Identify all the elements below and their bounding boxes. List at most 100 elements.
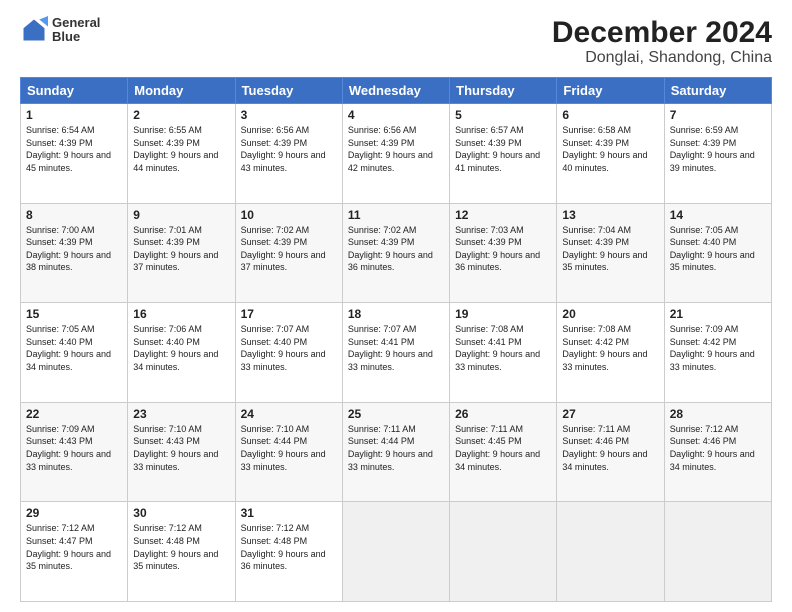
calendar-cell: 24 Sunrise: 7:10 AM Sunset: 4:44 PM Dayli… — [235, 402, 342, 502]
day-info: Sunrise: 7:09 AM Sunset: 4:42 PM Dayligh… — [670, 323, 766, 373]
week-row-4: 22Sunrise: 7:09 AM Sunset: 4:43 PM Dayli… — [21, 402, 772, 502]
day-info: Sunrise: 7:12 AM Sunset: 4:47 PM Dayligh… — [26, 522, 122, 572]
day-number: 3 — [241, 108, 337, 122]
calendar-cell: 9 Sunrise: 7:01 AM Sunset: 4:39 PM Daylig… — [128, 203, 235, 303]
day-number: 19 — [455, 307, 551, 321]
calendar-cell: 29 Sunrise: 7:12 AM Sunset: 4:47 PM Dayli… — [21, 502, 128, 602]
calendar-cell — [342, 502, 449, 602]
day-info: Sunrise: 7:12 AM Sunset: 4:48 PM Dayligh… — [133, 522, 229, 572]
calendar-cell: 15Sunrise: 7:05 AM Sunset: 4:40 PM Dayli… — [21, 303, 128, 403]
calendar-cell: 30Sunrise: 7:12 AM Sunset: 4:48 PM Dayli… — [128, 502, 235, 602]
weekday-monday: Monday — [128, 78, 235, 104]
day-number: 26 — [455, 407, 551, 421]
day-number: 27 — [562, 407, 658, 421]
day-number: 28 — [670, 407, 766, 421]
weekday-thursday: Thursday — [450, 78, 557, 104]
logo-line1: General — [52, 16, 100, 30]
calendar-cell: 4Sunrise: 6:56 AM Sunset: 4:39 PM Daylig… — [342, 104, 449, 204]
week-row-3: 15Sunrise: 7:05 AM Sunset: 4:40 PM Dayli… — [21, 303, 772, 403]
calendar-cell: 1 Sunrise: 6:54 AM Sunset: 4:39 PM Daylig… — [21, 104, 128, 204]
calendar-cell: 25Sunrise: 7:11 AM Sunset: 4:44 PM Dayli… — [342, 402, 449, 502]
weekday-header-row: SundayMondayTuesdayWednesdayThursdayFrid… — [21, 78, 772, 104]
day-number: 24 — [241, 407, 337, 421]
page-subtitle: Donglai, Shandong, China — [552, 49, 772, 67]
calendar-cell: 22Sunrise: 7:09 AM Sunset: 4:43 PM Dayli… — [21, 402, 128, 502]
header: General Blue December 2024 Donglai, Shan… — [20, 16, 772, 67]
weekday-saturday: Saturday — [664, 78, 771, 104]
day-info: Sunrise: 7:02 AM Sunset: 4:39 PM Dayligh… — [348, 224, 444, 274]
calendar-cell: 19 Sunrise: 7:08 AM Sunset: 4:41 PM Dayli… — [450, 303, 557, 403]
day-number: 1 — [26, 108, 122, 122]
calendar-cell: 13 Sunrise: 7:04 AM Sunset: 4:39 PM Dayli… — [557, 203, 664, 303]
day-number: 22 — [26, 407, 122, 421]
day-info: Sunrise: 7:10 AM Sunset: 4:44 PM Dayligh… — [241, 423, 337, 473]
day-info: Sunrise: 6:59 AM Sunset: 4:39 PM Dayligh… — [670, 124, 766, 174]
calendar-cell: 26 Sunrise: 7:11 AM Sunset: 4:45 PM Dayli… — [450, 402, 557, 502]
day-number: 8 — [26, 208, 122, 222]
week-row-1: 1 Sunrise: 6:54 AM Sunset: 4:39 PM Daylig… — [21, 104, 772, 204]
day-number: 13 — [562, 208, 658, 222]
day-number: 14 — [670, 208, 766, 222]
calendar-cell — [557, 502, 664, 602]
weekday-sunday: Sunday — [21, 78, 128, 104]
day-info: Sunrise: 7:10 AM Sunset: 4:43 PM Dayligh… — [133, 423, 229, 473]
calendar-table: SundayMondayTuesdayWednesdayThursdayFrid… — [20, 77, 772, 602]
day-number: 6 — [562, 108, 658, 122]
calendar-cell — [450, 502, 557, 602]
day-info: Sunrise: 7:03 AM Sunset: 4:39 PM Dayligh… — [455, 224, 551, 274]
day-number: 16 — [133, 307, 229, 321]
week-row-2: 8 Sunrise: 7:00 AM Sunset: 4:39 PM Daylig… — [21, 203, 772, 303]
day-number: 9 — [133, 208, 229, 222]
day-number: 29 — [26, 506, 122, 520]
day-number: 7 — [670, 108, 766, 122]
day-info: Sunrise: 7:11 AM Sunset: 4:46 PM Dayligh… — [562, 423, 658, 473]
day-info: Sunrise: 6:57 AM Sunset: 4:39 PM Dayligh… — [455, 124, 551, 174]
calendar-cell: 11Sunrise: 7:02 AM Sunset: 4:39 PM Dayli… — [342, 203, 449, 303]
day-info: Sunrise: 6:56 AM Sunset: 4:39 PM Dayligh… — [241, 124, 337, 174]
day-number: 2 — [133, 108, 229, 122]
calendar-cell: 10 Sunrise: 7:02 AM Sunset: 4:39 PM Dayli… — [235, 203, 342, 303]
logo-icon — [20, 16, 48, 44]
calendar-cell: 31 Sunrise: 7:12 AM Sunset: 4:48 PM Dayli… — [235, 502, 342, 602]
day-number: 10 — [241, 208, 337, 222]
week-row-5: 29 Sunrise: 7:12 AM Sunset: 4:47 PM Dayli… — [21, 502, 772, 602]
calendar-cell: 28 Sunrise: 7:12 AM Sunset: 4:46 PM Dayli… — [664, 402, 771, 502]
day-info: Sunrise: 6:56 AM Sunset: 4:39 PM Dayligh… — [348, 124, 444, 174]
calendar-cell: 14 Sunrise: 7:05 AM Sunset: 4:40 PM Dayli… — [664, 203, 771, 303]
day-number: 31 — [241, 506, 337, 520]
calendar-cell: 20Sunrise: 7:08 AM Sunset: 4:42 PM Dayli… — [557, 303, 664, 403]
day-info: Sunrise: 7:01 AM Sunset: 4:39 PM Dayligh… — [133, 224, 229, 274]
calendar-cell: 5 Sunrise: 6:57 AM Sunset: 4:39 PM Daylig… — [450, 104, 557, 204]
calendar-cell: 3 Sunrise: 6:56 AM Sunset: 4:39 PM Daylig… — [235, 104, 342, 204]
logo: General Blue — [20, 16, 100, 45]
calendar-cell: 12Sunrise: 7:03 AM Sunset: 4:39 PM Dayli… — [450, 203, 557, 303]
day-info: Sunrise: 7:05 AM Sunset: 4:40 PM Dayligh… — [26, 323, 122, 373]
calendar-cell: 18 Sunrise: 7:07 AM Sunset: 4:41 PM Dayli… — [342, 303, 449, 403]
day-info: Sunrise: 6:54 AM Sunset: 4:39 PM Dayligh… — [26, 124, 122, 174]
day-number: 17 — [241, 307, 337, 321]
day-info: Sunrise: 7:05 AM Sunset: 4:40 PM Dayligh… — [670, 224, 766, 274]
day-info: Sunrise: 7:00 AM Sunset: 4:39 PM Dayligh… — [26, 224, 122, 274]
calendar-cell: 23Sunrise: 7:10 AM Sunset: 4:43 PM Dayli… — [128, 402, 235, 502]
day-info: Sunrise: 7:07 AM Sunset: 4:41 PM Dayligh… — [348, 323, 444, 373]
day-info: Sunrise: 7:08 AM Sunset: 4:41 PM Dayligh… — [455, 323, 551, 373]
day-number: 5 — [455, 108, 551, 122]
day-info: Sunrise: 7:04 AM Sunset: 4:39 PM Dayligh… — [562, 224, 658, 274]
day-info: Sunrise: 7:12 AM Sunset: 4:46 PM Dayligh… — [670, 423, 766, 473]
day-info: Sunrise: 7:12 AM Sunset: 4:48 PM Dayligh… — [241, 522, 337, 572]
weekday-tuesday: Tuesday — [235, 78, 342, 104]
calendar-cell: 2Sunrise: 6:55 AM Sunset: 4:39 PM Daylig… — [128, 104, 235, 204]
day-info: Sunrise: 7:02 AM Sunset: 4:39 PM Dayligh… — [241, 224, 337, 274]
calendar-cell: 27 Sunrise: 7:11 AM Sunset: 4:46 PM Dayli… — [557, 402, 664, 502]
logo-line2: Blue — [52, 30, 100, 44]
day-number: 20 — [562, 307, 658, 321]
weekday-wednesday: Wednesday — [342, 78, 449, 104]
calendar-cell: 7 Sunrise: 6:59 AM Sunset: 4:39 PM Daylig… — [664, 104, 771, 204]
day-info: Sunrise: 6:58 AM Sunset: 4:39 PM Dayligh… — [562, 124, 658, 174]
day-number: 18 — [348, 307, 444, 321]
calendar-cell — [664, 502, 771, 602]
page: General Blue December 2024 Donglai, Shan… — [0, 0, 792, 612]
calendar-cell: 17Sunrise: 7:07 AM Sunset: 4:40 PM Dayli… — [235, 303, 342, 403]
calendar-cell: 8 Sunrise: 7:00 AM Sunset: 4:39 PM Daylig… — [21, 203, 128, 303]
day-info: Sunrise: 7:11 AM Sunset: 4:45 PM Dayligh… — [455, 423, 551, 473]
